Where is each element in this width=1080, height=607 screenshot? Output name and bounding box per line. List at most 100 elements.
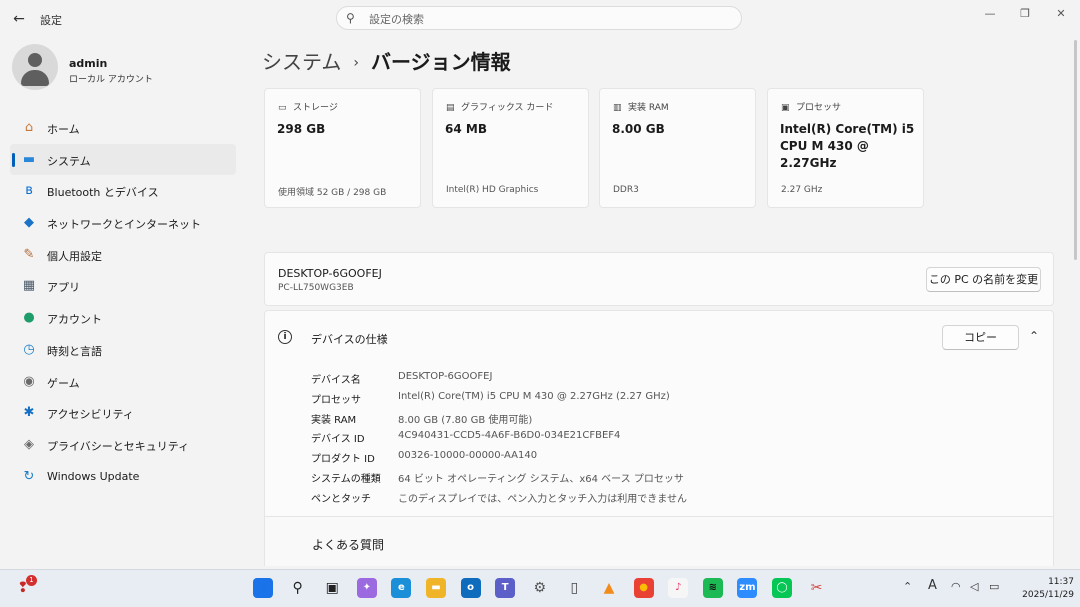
app-title: 設定 — [40, 14, 62, 27]
sidebar-item-label: ホーム — [47, 123, 80, 136]
search-input[interactable] — [367, 10, 731, 28]
back-arrow-icon[interactable]: ← — [10, 10, 28, 28]
vlc-icon[interactable]: ▲ — [599, 578, 619, 598]
spec-value: Intel(R) Core(TM) i5 CPU M 430 @ 2.27GHz… — [398, 390, 670, 402]
faq-title: よくある質問 — [312, 538, 385, 552]
card-title: ▭ ストレージ — [278, 100, 338, 113]
search-icon: ⚲ — [346, 11, 355, 25]
sidebar-item-label: Windows Update — [47, 469, 140, 483]
card-value: 8.00 GB — [612, 122, 665, 136]
spec-value: このディスプレイでは、ペン入力とタッチ入力は利用できません — [398, 493, 687, 505]
spec-value: 00326-10000-00000-AA140 — [398, 450, 538, 462]
settings-icon[interactable]: ⚙ — [530, 578, 550, 598]
sidebar-item-11[interactable]: ↻ Windows Update — [10, 461, 236, 493]
zoom-icon[interactable]: zm — [737, 578, 758, 598]
windows-update-icon: ↻ — [23, 468, 35, 484]
sidebar-item-label: プライバシーとセキュリティ — [47, 439, 190, 453]
sidebar-item-1[interactable]: ▬ システム — [10, 143, 236, 176]
apps-icon: ▦ — [22, 278, 36, 294]
sidebar-item-8[interactable]: ◉ ゲーム — [10, 366, 236, 398]
sidebar-item-label: ゲーム — [47, 376, 80, 390]
sidebar-item-label: 個人用設定 — [47, 249, 102, 263]
shield-icon: ◈ — [24, 436, 34, 452]
spec-key: デバイス ID — [311, 434, 365, 446]
avatar — [12, 44, 58, 90]
graphics-card-card: ▤ グラフィックス カード 64 MB Intel(R) HD Graphics — [432, 88, 589, 208]
spec-key: プロダクト ID — [311, 454, 375, 466]
notification-widget[interactable]: ❢ 1 — [14, 575, 37, 598]
breadcrumb-separator: › — [353, 55, 360, 71]
itunes-icon[interactable]: ♪ — [668, 578, 689, 598]
device-name-panel: DESKTOP-6GOOFEJ PC-LL750WG3EB この PC の名前を… — [264, 252, 1054, 306]
wifi-icon[interactable]: ◠ — [951, 580, 961, 593]
search-button[interactable]: ⚲ — [288, 578, 308, 598]
teams-icon[interactable]: T — [495, 578, 516, 598]
edge-icon[interactable]: e — [391, 578, 412, 598]
close-button[interactable]: ✕ — [1051, 6, 1071, 22]
task-view-button[interactable]: ▣ — [322, 578, 342, 598]
scrollbar[interactable] — [1074, 40, 1077, 260]
home-icon: ⌂ — [24, 120, 34, 135]
notepad-icon[interactable]: ▯ — [564, 578, 584, 598]
sidebar-item-5[interactable]: ▦ アプリ — [10, 270, 236, 302]
sidebar-item-9[interactable]: ✱ アクセシビリティ — [10, 397, 236, 429]
sidebar-item-0[interactable]: ⌂ ホーム — [10, 112, 236, 144]
gamepad-icon: ◉ — [23, 373, 35, 389]
card-title-text: ストレージ — [293, 103, 338, 113]
card-title: ▤ グラフィックス カード — [446, 100, 553, 113]
spec-value: DESKTOP-6GOOFEJ — [398, 371, 493, 382]
sidebar-item-label: アプリ — [47, 281, 80, 295]
settings-search-box[interactable]: ⚲ — [336, 6, 742, 30]
breadcrumb-parent[interactable]: システム — [262, 50, 341, 74]
ram-card: ▥ 実装 RAM 8.00 GB DDR3 — [599, 88, 756, 208]
breadcrumb: システム › バージョン情報 — [262, 46, 511, 75]
paintbrush-icon: ✎ — [23, 246, 35, 262]
faq-section[interactable]: よくある質問 — [264, 516, 1054, 566]
sidebar-item-2[interactable]: ʙ Bluetooth とデバイス — [10, 175, 236, 207]
notification-badge: 1 — [26, 575, 37, 586]
card-value: 298 GB — [277, 122, 326, 136]
processor-icon: ▣ — [781, 103, 790, 113]
copy-button[interactable]: コピー — [942, 325, 1019, 350]
device-specs-header[interactable]: i デバイスの仕様 コピー ⌃ — [264, 310, 1054, 364]
chrome-icon[interactable]: ● — [633, 578, 654, 598]
clock-date: 2025/11/29 — [1022, 590, 1074, 600]
rename-pc-button[interactable]: この PC の名前を変更 — [926, 267, 1041, 292]
sidebar-item-label: アクセシビリティ — [47, 408, 134, 422]
card-subtitle: 2.27 GHz — [781, 185, 823, 195]
card-value: 64 MB — [445, 122, 487, 136]
maximize-button[interactable]: ❐ — [1015, 6, 1035, 22]
storage-card: ▭ ストレージ 298 GB 使用領域 52 GB / 298 GB — [264, 88, 421, 208]
sidebar-item-10[interactable]: ◈ プライバシーとセキュリティ — [10, 429, 236, 461]
chevron-up-icon[interactable]: ⌃ — [1029, 329, 1039, 343]
sidebar-item-4[interactable]: ✎ 個人用設定 — [10, 239, 236, 271]
line-icon[interactable]: ◯ — [772, 578, 792, 598]
spec-value: 8.00 GB (7.80 GB 使用可能) — [398, 414, 533, 426]
card-subtitle: Intel(R) HD Graphics — [446, 185, 539, 195]
battery-icon[interactable]: ▭ — [989, 580, 999, 593]
processor-card: ▣ プロセッサ Intel(R) Core(TM) i5 CPU M 430 @ 2… — [767, 88, 924, 208]
clock[interactable]: 11:37 2025/11/29 — [1014, 576, 1074, 602]
clock-time: 11:37 — [1048, 577, 1074, 587]
sidebar-item-label: アカウント — [47, 313, 102, 327]
sidebar-item-7[interactable]: ◷ 時刻と言語 — [10, 334, 236, 366]
user-account-header[interactable]: admin ローカル アカウント — [12, 44, 242, 94]
outlook-icon[interactable]: o — [460, 578, 481, 598]
minimize-button[interactable]: — — [980, 6, 1000, 22]
bluetooth-icon: ʙ — [25, 183, 33, 199]
chevron-up-tray-icon[interactable]: ⌃ — [903, 580, 912, 593]
card-title: ▣ プロセッサ — [781, 100, 841, 113]
spotify-icon[interactable]: ≋ — [702, 578, 723, 598]
copilot-icon[interactable]: ✦ — [356, 578, 377, 598]
graphics-card-icon: ▤ — [446, 103, 455, 113]
ime-indicator[interactable]: A — [928, 578, 937, 593]
card-title-text: 実装 RAM — [628, 103, 669, 113]
snipping-tool-icon[interactable]: ✂ — [807, 578, 827, 598]
file-explorer-icon[interactable]: ▬ — [426, 578, 446, 598]
sidebar-item-3[interactable]: ◆ ネットワークとインターネット — [10, 207, 236, 239]
sidebar-item-label: Bluetooth とデバイス — [47, 186, 159, 200]
volume-icon[interactable]: ◁ — [970, 580, 978, 593]
start-button[interactable]: ⊞ — [253, 578, 273, 598]
device-model: PC-LL750WG3EB — [278, 283, 354, 293]
sidebar-item-6[interactable]: ● アカウント — [10, 302, 236, 334]
